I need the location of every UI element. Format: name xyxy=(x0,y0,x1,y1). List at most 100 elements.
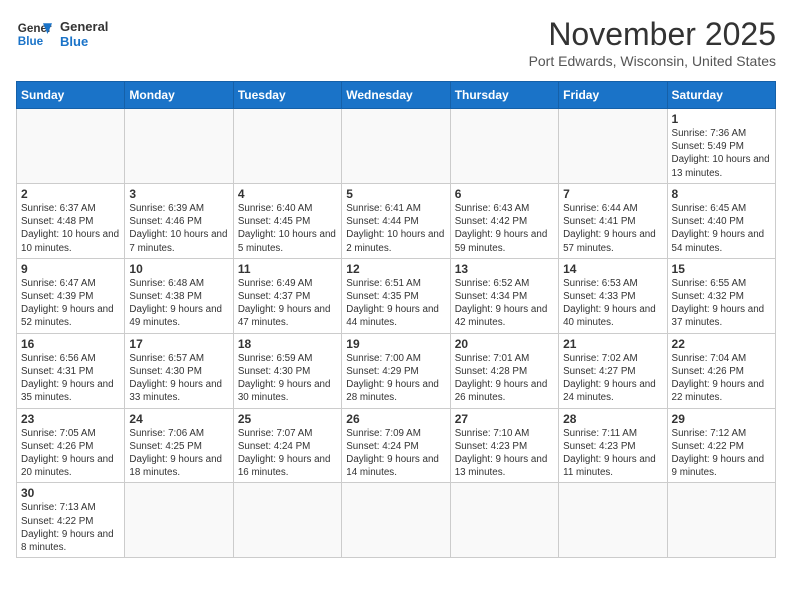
day-header-thursday: Thursday xyxy=(450,82,558,109)
calendar-cell xyxy=(450,483,558,558)
day-number: 15 xyxy=(672,262,771,276)
calendar-cell: 7Sunrise: 6:44 AM Sunset: 4:41 PM Daylig… xyxy=(559,183,667,258)
calendar-cell: 25Sunrise: 7:07 AM Sunset: 4:24 PM Dayli… xyxy=(233,408,341,483)
day-info: Sunrise: 7:13 AM Sunset: 4:22 PM Dayligh… xyxy=(21,501,120,554)
calendar-week-2: 2Sunrise: 6:37 AM Sunset: 4:48 PM Daylig… xyxy=(17,183,776,258)
day-number: 14 xyxy=(563,262,662,276)
day-header-tuesday: Tuesday xyxy=(233,82,341,109)
day-number: 19 xyxy=(346,337,445,351)
day-info: Sunrise: 6:43 AM Sunset: 4:42 PM Dayligh… xyxy=(455,202,554,255)
calendar-cell xyxy=(233,109,341,184)
calendar-cell: 27Sunrise: 7:10 AM Sunset: 4:23 PM Dayli… xyxy=(450,408,558,483)
day-header-monday: Monday xyxy=(125,82,233,109)
calendar-cell xyxy=(17,109,125,184)
calendar-cell xyxy=(233,483,341,558)
calendar-header-row: SundayMondayTuesdayWednesdayThursdayFrid… xyxy=(17,82,776,109)
calendar-cell: 18Sunrise: 6:59 AM Sunset: 4:30 PM Dayli… xyxy=(233,333,341,408)
day-header-saturday: Saturday xyxy=(667,82,775,109)
day-info: Sunrise: 6:49 AM Sunset: 4:37 PM Dayligh… xyxy=(238,277,337,330)
calendar: SundayMondayTuesdayWednesdayThursdayFrid… xyxy=(16,81,776,558)
day-info: Sunrise: 6:44 AM Sunset: 4:41 PM Dayligh… xyxy=(563,202,662,255)
day-info: Sunrise: 6:56 AM Sunset: 4:31 PM Dayligh… xyxy=(21,352,120,405)
calendar-cell: 24Sunrise: 7:06 AM Sunset: 4:25 PM Dayli… xyxy=(125,408,233,483)
location-title: Port Edwards, Wisconsin, United States xyxy=(529,53,776,69)
day-info: Sunrise: 6:53 AM Sunset: 4:33 PM Dayligh… xyxy=(563,277,662,330)
day-number: 22 xyxy=(672,337,771,351)
day-info: Sunrise: 6:39 AM Sunset: 4:46 PM Dayligh… xyxy=(129,202,228,255)
day-info: Sunrise: 6:45 AM Sunset: 4:40 PM Dayligh… xyxy=(672,202,771,255)
day-info: Sunrise: 6:57 AM Sunset: 4:30 PM Dayligh… xyxy=(129,352,228,405)
calendar-cell: 28Sunrise: 7:11 AM Sunset: 4:23 PM Dayli… xyxy=(559,408,667,483)
calendar-cell xyxy=(450,109,558,184)
day-info: Sunrise: 7:10 AM Sunset: 4:23 PM Dayligh… xyxy=(455,427,554,480)
day-number: 16 xyxy=(21,337,120,351)
day-info: Sunrise: 7:01 AM Sunset: 4:28 PM Dayligh… xyxy=(455,352,554,405)
calendar-cell: 3Sunrise: 6:39 AM Sunset: 4:46 PM Daylig… xyxy=(125,183,233,258)
day-header-wednesday: Wednesday xyxy=(342,82,450,109)
calendar-cell: 29Sunrise: 7:12 AM Sunset: 4:22 PM Dayli… xyxy=(667,408,775,483)
day-info: Sunrise: 7:05 AM Sunset: 4:26 PM Dayligh… xyxy=(21,427,120,480)
calendar-cell: 4Sunrise: 6:40 AM Sunset: 4:45 PM Daylig… xyxy=(233,183,341,258)
calendar-cell: 30Sunrise: 7:13 AM Sunset: 4:22 PM Dayli… xyxy=(17,483,125,558)
day-number: 4 xyxy=(238,187,337,201)
day-info: Sunrise: 6:59 AM Sunset: 4:30 PM Dayligh… xyxy=(238,352,337,405)
calendar-cell: 9Sunrise: 6:47 AM Sunset: 4:39 PM Daylig… xyxy=(17,258,125,333)
month-title: November 2025 xyxy=(529,16,776,53)
calendar-cell: 2Sunrise: 6:37 AM Sunset: 4:48 PM Daylig… xyxy=(17,183,125,258)
calendar-cell: 5Sunrise: 6:41 AM Sunset: 4:44 PM Daylig… xyxy=(342,183,450,258)
calendar-cell: 22Sunrise: 7:04 AM Sunset: 4:26 PM Dayli… xyxy=(667,333,775,408)
calendar-cell xyxy=(342,483,450,558)
day-number: 10 xyxy=(129,262,228,276)
svg-text:Blue: Blue xyxy=(18,35,44,48)
day-info: Sunrise: 7:11 AM Sunset: 4:23 PM Dayligh… xyxy=(563,427,662,480)
day-number: 29 xyxy=(672,412,771,426)
day-number: 8 xyxy=(672,187,771,201)
calendar-cell xyxy=(559,109,667,184)
calendar-cell xyxy=(125,109,233,184)
calendar-cell: 11Sunrise: 6:49 AM Sunset: 4:37 PM Dayli… xyxy=(233,258,341,333)
day-number: 3 xyxy=(129,187,228,201)
calendar-week-4: 16Sunrise: 6:56 AM Sunset: 4:31 PM Dayli… xyxy=(17,333,776,408)
logo-general: General xyxy=(60,19,108,34)
calendar-cell: 1Sunrise: 7:36 AM Sunset: 5:49 PM Daylig… xyxy=(667,109,775,184)
day-number: 2 xyxy=(21,187,120,201)
day-info: Sunrise: 7:04 AM Sunset: 4:26 PM Dayligh… xyxy=(672,352,771,405)
title-area: November 2025 Port Edwards, Wisconsin, U… xyxy=(529,16,776,69)
day-header-friday: Friday xyxy=(559,82,667,109)
day-number: 7 xyxy=(563,187,662,201)
day-header-sunday: Sunday xyxy=(17,82,125,109)
day-info: Sunrise: 6:47 AM Sunset: 4:39 PM Dayligh… xyxy=(21,277,120,330)
calendar-cell: 15Sunrise: 6:55 AM Sunset: 4:32 PM Dayli… xyxy=(667,258,775,333)
day-number: 18 xyxy=(238,337,337,351)
day-info: Sunrise: 7:09 AM Sunset: 4:24 PM Dayligh… xyxy=(346,427,445,480)
day-number: 25 xyxy=(238,412,337,426)
day-info: Sunrise: 7:06 AM Sunset: 4:25 PM Dayligh… xyxy=(129,427,228,480)
calendar-cell xyxy=(342,109,450,184)
day-number: 1 xyxy=(672,112,771,126)
logo-blue: Blue xyxy=(60,34,108,49)
calendar-cell xyxy=(125,483,233,558)
day-number: 13 xyxy=(455,262,554,276)
calendar-cell: 13Sunrise: 6:52 AM Sunset: 4:34 PM Dayli… xyxy=(450,258,558,333)
day-info: Sunrise: 6:55 AM Sunset: 4:32 PM Dayligh… xyxy=(672,277,771,330)
calendar-cell: 21Sunrise: 7:02 AM Sunset: 4:27 PM Dayli… xyxy=(559,333,667,408)
day-number: 11 xyxy=(238,262,337,276)
day-number: 17 xyxy=(129,337,228,351)
day-info: Sunrise: 6:37 AM Sunset: 4:48 PM Dayligh… xyxy=(21,202,120,255)
day-number: 12 xyxy=(346,262,445,276)
day-number: 9 xyxy=(21,262,120,276)
day-info: Sunrise: 6:48 AM Sunset: 4:38 PM Dayligh… xyxy=(129,277,228,330)
day-number: 28 xyxy=(563,412,662,426)
logo: General Blue General Blue xyxy=(16,16,108,52)
day-info: Sunrise: 6:51 AM Sunset: 4:35 PM Dayligh… xyxy=(346,277,445,330)
day-info: Sunrise: 7:00 AM Sunset: 4:29 PM Dayligh… xyxy=(346,352,445,405)
day-number: 5 xyxy=(346,187,445,201)
day-info: Sunrise: 7:07 AM Sunset: 4:24 PM Dayligh… xyxy=(238,427,337,480)
calendar-cell: 6Sunrise: 6:43 AM Sunset: 4:42 PM Daylig… xyxy=(450,183,558,258)
calendar-cell: 23Sunrise: 7:05 AM Sunset: 4:26 PM Dayli… xyxy=(17,408,125,483)
calendar-week-3: 9Sunrise: 6:47 AM Sunset: 4:39 PM Daylig… xyxy=(17,258,776,333)
day-number: 21 xyxy=(563,337,662,351)
day-number: 30 xyxy=(21,486,120,500)
calendar-cell: 12Sunrise: 6:51 AM Sunset: 4:35 PM Dayli… xyxy=(342,258,450,333)
day-info: Sunrise: 6:52 AM Sunset: 4:34 PM Dayligh… xyxy=(455,277,554,330)
